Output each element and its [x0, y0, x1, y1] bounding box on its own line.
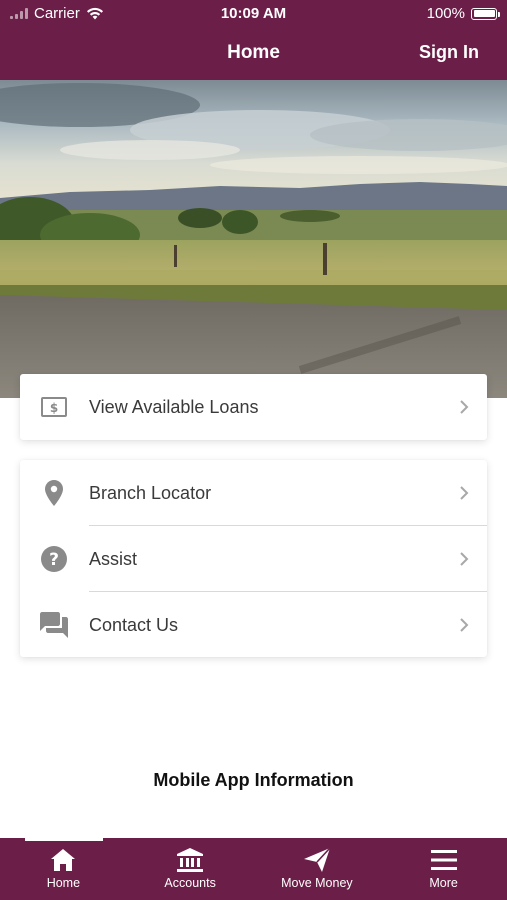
location-pin-icon — [40, 479, 68, 507]
view-available-loans-label: View Available Loans — [89, 396, 259, 417]
svg-text:$: $ — [50, 401, 58, 415]
tab-more[interactable]: More — [380, 838, 507, 900]
chevron-right-icon — [460, 552, 469, 566]
help-circle-icon: ? — [40, 545, 68, 573]
battery-percent: 100% — [426, 5, 465, 22]
tab-home-label: Home — [46, 876, 81, 890]
active-tab-indicator — [25, 838, 103, 841]
assist-label: Assist — [89, 548, 138, 569]
chevron-right-icon — [460, 618, 469, 632]
branch-locator-label: Branch Locator — [89, 482, 212, 503]
paper-plane-icon — [303, 847, 330, 873]
tab-home[interactable]: Home — [0, 838, 127, 900]
tab-accounts[interactable]: Accounts — [127, 838, 254, 900]
tab-move-money[interactable]: Move Money — [254, 838, 381, 900]
chevron-right-icon — [460, 486, 469, 500]
chat-bubbles-icon — [40, 611, 68, 639]
links-card: Branch Locator ? Assist Contact Us — [20, 460, 487, 657]
svg-text:?: ? — [49, 550, 59, 570]
mobile-app-information-link[interactable]: Mobile App Information — [0, 770, 507, 791]
loans-card: $ View Available Loans — [20, 374, 487, 440]
home-icon — [51, 847, 76, 873]
battery-icon — [471, 7, 500, 20]
tab-accounts-label: Accounts — [164, 876, 216, 890]
view-available-loans-row[interactable]: $ View Available Loans — [20, 374, 487, 440]
sign-in-button[interactable]: Sign In — [419, 42, 479, 63]
bank-icon — [177, 847, 204, 873]
assist-row[interactable]: ? Assist — [20, 526, 487, 592]
bottom-tab-bar: Home Accounts Move Money More — [0, 838, 507, 900]
hamburger-menu-icon — [430, 847, 457, 873]
hero-landscape-image — [0, 80, 507, 398]
status-right: 100% — [426, 5, 500, 22]
branch-locator-row[interactable]: Branch Locator — [20, 460, 487, 526]
tab-move-money-label: Move Money — [281, 876, 353, 890]
tab-more-label: More — [429, 876, 458, 890]
chevron-right-icon — [460, 400, 469, 414]
top-bar: Carrier 10:09 AM 100% Home Sign In — [0, 0, 507, 80]
dollar-bill-icon: $ — [40, 393, 68, 421]
contact-us-row[interactable]: Contact Us — [20, 592, 487, 658]
status-bar: Carrier 10:09 AM 100% — [0, 0, 507, 28]
contact-us-label: Contact Us — [89, 614, 179, 635]
